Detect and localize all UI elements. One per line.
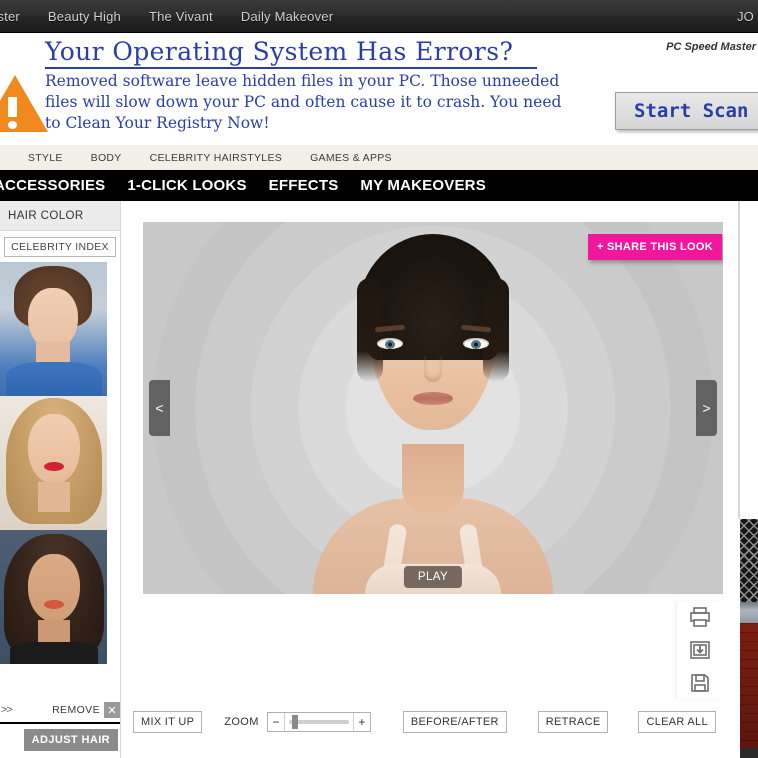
hair-color-sidebar: HAIR COLOR CELEBRITY INDEX >> REMOVE ✕ A…	[0, 201, 120, 758]
nav-tab-my-makeovers[interactable]: MY MAKEOVERS	[349, 177, 496, 194]
play-button[interactable]: PLAY	[403, 566, 463, 588]
nav-tab-effects[interactable]: EFFECTS	[258, 177, 350, 194]
makeover-stage-panel: + SHARE THIS LOOK < > PLAY MIX IT UP ZOO…	[120, 201, 758, 758]
ad-band	[740, 602, 758, 623]
subnav-item-0[interactable]: N	[0, 152, 14, 164]
retrace-button[interactable]: RETRACE	[537, 711, 609, 733]
next-look-arrow[interactable]: >	[696, 380, 717, 436]
partner-link-daily-makeover[interactable]: Daily Makeover	[227, 9, 347, 24]
secondary-navigation: N STYLE BODY CELEBRITY HAIRSTYLES GAMES …	[0, 145, 758, 170]
zoom-in-button[interactable]: +	[352, 713, 370, 731]
ad-brand-name: PC Speed Master	[666, 41, 756, 53]
ad-footer-strip	[740, 748, 758, 758]
ad-brick-texture	[740, 623, 758, 748]
pager-next-icon[interactable]: >>	[0, 704, 13, 716]
remove-row: >> REMOVE ✕	[0, 698, 120, 724]
sidebar-footer: >> REMOVE ✕ ADJUST HAIR	[0, 698, 120, 758]
sidebar-title: HAIR COLOR	[0, 201, 120, 231]
zoom-slider-handle[interactable]	[291, 715, 298, 729]
mix-it-up-button[interactable]: MIX IT UP	[133, 711, 203, 733]
makeover-canvas[interactable]: + SHARE THIS LOOK < > PLAY	[143, 222, 723, 594]
before-after-button[interactable]: BEFORE/AFTER	[402, 711, 507, 733]
celebrity-index-button[interactable]: CELEBRITY INDEX	[4, 237, 116, 257]
close-x-icon[interactable]: ✕	[104, 702, 120, 718]
remove-label[interactable]: REMOVE	[52, 704, 100, 716]
warning-triangle-icon	[0, 75, 48, 133]
model-portrait[interactable]	[313, 222, 553, 594]
download-icon[interactable]	[688, 638, 712, 662]
ad-headline: Your Operating System Has Errors?	[45, 37, 514, 66]
partner-link-the-vivant[interactable]: The Vivant	[135, 9, 227, 24]
previous-look-arrow[interactable]: <	[149, 380, 170, 436]
zoom-out-button[interactable]: −	[268, 713, 285, 731]
ad-body-text: Removed software leave hidden files in y…	[45, 72, 562, 132]
side-banner-ad[interactable]	[740, 519, 758, 758]
stage-right-edge	[738, 201, 740, 519]
subnav-item-games-apps[interactable]: GAMES & APPS	[296, 152, 406, 164]
partner-link-beauty-high[interactable]: Beauty High	[34, 9, 135, 24]
adjust-hair-row: ADJUST HAIR	[0, 724, 120, 758]
partner-bar: aster Beauty High The Vivant Daily Makeo…	[0, 0, 758, 33]
ad-fence-texture	[740, 519, 758, 602]
zoom-slider-control[interactable]: − +	[266, 712, 371, 732]
celebrity-thumbnail-2[interactable]	[0, 396, 107, 530]
canvas-action-icons	[677, 601, 723, 699]
partner-link-join[interactable]: JO	[735, 9, 756, 24]
editor-toolbar: MIX IT UP ZOOM − + BEFORE/AFTER RETRACE …	[133, 708, 758, 736]
nav-tab-1-click-looks[interactable]: 1-CLICK LOOKS	[116, 177, 257, 194]
ad-divider	[45, 67, 537, 69]
zoom-track[interactable]	[285, 713, 353, 731]
nav-tab-accessories[interactable]: ACCESSORIES	[0, 177, 116, 194]
subnav-item-body[interactable]: BODY	[77, 152, 136, 164]
share-this-look-button[interactable]: + SHARE THIS LOOK	[587, 234, 722, 260]
adjust-hair-button[interactable]: ADJUST HAIR	[23, 729, 118, 751]
partner-bar-right: JO	[737, 0, 758, 32]
page-root: aster Beauty High The Vivant Daily Makeo…	[0, 0, 758, 758]
primary-navigation: ACCESSORIES 1-CLICK LOOKS EFFECTS MY MAK…	[0, 170, 758, 201]
advertisement-banner[interactable]: Your Operating System Has Errors? Remove…	[0, 33, 758, 141]
save-disk-icon[interactable]	[688, 671, 712, 695]
celebrity-thumbnail-1[interactable]	[0, 262, 107, 396]
start-scan-button[interactable]: Start Scan	[615, 92, 758, 130]
print-icon[interactable]	[688, 605, 712, 629]
zoom-label: ZOOM	[224, 716, 259, 728]
subnav-item-style[interactable]: STYLE	[14, 152, 77, 164]
subnav-item-celebrity-hairstyles[interactable]: CELEBRITY HAIRSTYLES	[136, 152, 296, 164]
celebrity-thumbnail-3[interactable]	[0, 530, 107, 664]
clear-all-button[interactable]: CLEAR ALL	[638, 711, 716, 733]
celebrity-index-wrap: CELEBRITY INDEX	[0, 231, 120, 262]
partner-link-aster[interactable]: aster	[0, 9, 34, 24]
